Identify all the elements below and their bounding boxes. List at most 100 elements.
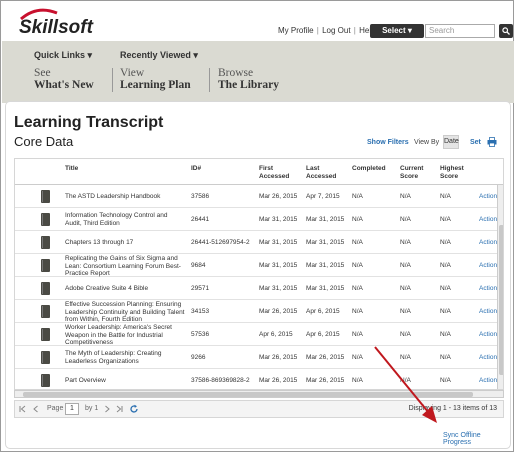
cell-title[interactable]: The Myth of Leadership: Creating Leaderl… (65, 350, 185, 365)
cell-title[interactable]: Information Technology Control and Audit… (65, 212, 185, 227)
cell-highest: N/A (440, 238, 451, 246)
cell-id: 37586 (191, 192, 210, 200)
cell-first: Mar 26, 2015 (259, 376, 298, 384)
nav-learning-plan[interactable]: View Learning Plan (120, 67, 191, 91)
cell-last: Apr 7, 2015 (306, 192, 340, 200)
nav-library-top: Browse (218, 67, 254, 79)
book-icon (41, 282, 50, 295)
cell-first: Mar 31, 2015 (259, 261, 298, 269)
transcript-table: Title ID# First Accessed Last Accessed C… (14, 158, 504, 390)
cell-first: Mar 26, 2015 (259, 353, 298, 361)
cell-last: Mar 31, 2015 (306, 238, 345, 246)
search-input[interactable]: Search (425, 24, 495, 38)
first-page-icon[interactable] (19, 405, 27, 413)
vertical-scrollbar[interactable] (497, 185, 503, 389)
cell-highest: N/A (440, 353, 451, 361)
log-out-link[interactable]: Log Out (322, 26, 350, 35)
book-icon (41, 190, 50, 203)
cell-id: 26441-512697954-2 (191, 238, 250, 246)
cell-current: N/A (400, 307, 411, 315)
sync-offline-progress-link[interactable]: Sync Offline Progress (443, 432, 510, 446)
cell-first: Mar 31, 2015 (259, 215, 298, 223)
nav-whats-new[interactable]: See What's New (34, 67, 94, 91)
cell-first: Apr 6, 2015 (259, 330, 293, 338)
last-page-icon[interactable] (115, 405, 123, 413)
table-row[interactable]: Chapters 13 through 17 26441-512697954-2 M… (15, 231, 500, 254)
previous-page-icon[interactable] (32, 405, 40, 413)
refresh-icon[interactable] (129, 404, 139, 414)
date-view-button[interactable]: Date (443, 135, 459, 149)
horizontal-scrollbar[interactable] (14, 390, 504, 398)
book-icon (41, 374, 50, 387)
nav-divider (112, 68, 113, 92)
cell-title[interactable]: Part Overview (65, 377, 185, 385)
print-icon[interactable] (487, 137, 497, 147)
search-button[interactable] (499, 24, 513, 38)
cell-id: 9266 (191, 353, 206, 361)
cell-current: N/A (400, 192, 411, 200)
cell-title[interactable]: Effective Succession Planning: Ensuring … (65, 301, 185, 324)
cell-completed: N/A (352, 284, 363, 292)
cell-last: Mar 26, 2015 (306, 353, 345, 361)
cell-last: Mar 26, 2015 (306, 376, 345, 384)
app-frame: Skillsoft My Profile | Log Out | Help Se… (0, 0, 514, 452)
table-row[interactable]: The Myth of Leadership: Creating Leaderl… (15, 346, 500, 369)
page-count-label: by 1 (85, 405, 99, 412)
book-icon (41, 236, 50, 249)
col-completed[interactable]: Completed (352, 165, 386, 173)
nav-library-bottom: The Library (218, 79, 280, 91)
col-title[interactable]: Title (65, 165, 78, 173)
horizontal-scroll-thumb[interactable] (23, 392, 473, 397)
cell-completed: N/A (352, 353, 363, 361)
table-row[interactable]: Effective Succession Planning: Ensuring … (15, 300, 500, 324)
cell-id: 9684 (191, 261, 206, 269)
cell-completed: N/A (352, 238, 363, 246)
col-highest-score[interactable]: Highest Score (440, 165, 470, 181)
nav-library[interactable]: Browse The Library (218, 67, 279, 91)
recently-viewed-menu[interactable]: Recently Viewed ▾ (120, 50, 198, 61)
cell-id: 29571 (191, 284, 210, 292)
cell-completed: N/A (352, 261, 363, 269)
cell-completed: N/A (352, 330, 363, 338)
cell-highest: N/A (440, 284, 451, 292)
table-row[interactable]: Information Technology Control and Audit… (15, 208, 500, 231)
cell-first: Mar 26, 2015 (259, 192, 298, 200)
pager: Page 1 by 1 Displaying 1 - 13 items of 1… (14, 400, 504, 418)
cell-title[interactable]: Replicating the Gains of Six Sigma and L… (65, 255, 185, 278)
page-label: Page (47, 405, 64, 412)
col-current-score[interactable]: Current Score (400, 165, 430, 181)
logo-text: Skillsoft (19, 17, 94, 37)
cell-id: 37586-869369828-2 (191, 376, 250, 384)
book-icon (41, 351, 50, 364)
book-icon (41, 259, 50, 272)
cell-completed: N/A (352, 192, 363, 200)
book-icon (41, 305, 50, 318)
select-dropdown-button[interactable]: Select ▾ (370, 24, 424, 38)
cell-last: Mar 31, 2015 (306, 261, 345, 269)
set-link[interactable]: Set (470, 139, 481, 146)
vertical-scroll-thumb[interactable] (499, 225, 503, 375)
show-filters-link[interactable]: Show Filters (367, 139, 409, 146)
table-row[interactable]: Worker Leadership: America's Secret Weap… (15, 323, 500, 347)
table-row[interactable]: Adobe Creative Suite 4 Bible 29571 Mar 31,… (15, 277, 500, 300)
table-row[interactable]: Part Overview 37586-869369828-2 Mar 26, 20… (15, 369, 500, 389)
table-row[interactable]: The ASTD Leadership Handbook 37586 Mar 26,… (15, 185, 500, 208)
quick-links-menu[interactable]: Quick Links ▾ (34, 50, 92, 61)
my-profile-link[interactable]: My Profile (278, 26, 314, 35)
cell-title[interactable]: Worker Leadership: America's Secret Weap… (65, 324, 185, 347)
cell-highest: N/A (440, 261, 451, 269)
separator: | (351, 26, 359, 35)
cell-title[interactable]: Adobe Creative Suite 4 Bible (65, 285, 185, 293)
nav-learning-plan-top: View (120, 67, 145, 79)
cell-title[interactable]: Chapters 13 through 17 (65, 239, 185, 247)
table-row[interactable]: Replicating the Gains of Six Sigma and L… (15, 254, 500, 278)
page-number-input[interactable]: 1 (65, 403, 79, 415)
col-last-accessed[interactable]: Last Accessed (306, 165, 346, 181)
cell-title[interactable]: The ASTD Leadership Handbook (65, 193, 185, 201)
col-first-accessed[interactable]: First Accessed (259, 165, 299, 181)
skillsoft-logo[interactable]: Skillsoft (17, 7, 127, 37)
cell-current: N/A (400, 238, 411, 246)
next-page-icon[interactable] (103, 405, 111, 413)
cell-current: N/A (400, 330, 411, 338)
col-id[interactable]: ID# (191, 165, 201, 173)
